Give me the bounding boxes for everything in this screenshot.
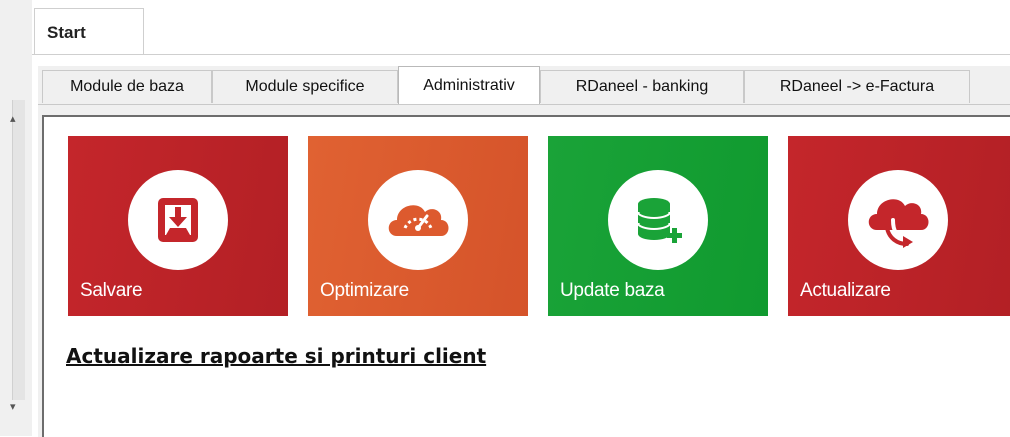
tab-module-specifice[interactable]: Module specifice (212, 70, 398, 103)
download-save-icon (128, 170, 228, 270)
tab-start-label: Start (47, 23, 86, 42)
module-tabs: Module de baza Module specifice Administ… (38, 66, 1010, 104)
tile-label: Salvare (80, 280, 143, 301)
tab-module-de-baza[interactable]: Module de baza (42, 70, 212, 103)
scroll-down-icon[interactable]: ▾ (10, 400, 16, 413)
tab-label: Module de baza (70, 78, 184, 95)
content-border-left (42, 115, 44, 437)
tab-label: Module specifice (245, 78, 365, 95)
database-add-icon (608, 170, 708, 270)
scroll-up-icon[interactable]: ▴ (10, 112, 16, 125)
left-scrollbar[interactable] (12, 100, 25, 400)
tab-rdaneel-efactura[interactable]: RDaneel -> e-Factura (744, 70, 970, 103)
tile-label: Actualizare (800, 280, 891, 301)
optimizare-tile-button[interactable]: Optimizare (308, 136, 528, 316)
left-pane-edge: ▴ ▾ (0, 0, 32, 436)
salvare-tile-button[interactable]: Salvare (68, 136, 288, 316)
tab-label: RDaneel -> e-Factura (779, 78, 935, 95)
tab-rdaneel-banking[interactable]: RDaneel - banking (540, 70, 744, 103)
update-reports-link[interactable]: Actualizare rapoarte si printuri client (66, 344, 486, 368)
tab-start[interactable]: Start (34, 8, 144, 54)
tile-label: Optimizare (320, 280, 409, 301)
tile-label: Update baza (560, 280, 665, 301)
update-baza-tile-button[interactable]: Update baza (548, 136, 768, 316)
content-border-top (42, 115, 1010, 117)
tab-label: Administrativ (423, 76, 515, 94)
tab-label: RDaneel - banking (575, 78, 709, 95)
main-tab-bar: Start (32, 0, 1010, 55)
tab-administrativ[interactable]: Administrativ (398, 66, 540, 104)
actualizare-tile-button[interactable]: Actualizare (788, 136, 1010, 316)
cloud-download-icon (848, 170, 948, 270)
cloud-speedometer-icon (368, 170, 468, 270)
